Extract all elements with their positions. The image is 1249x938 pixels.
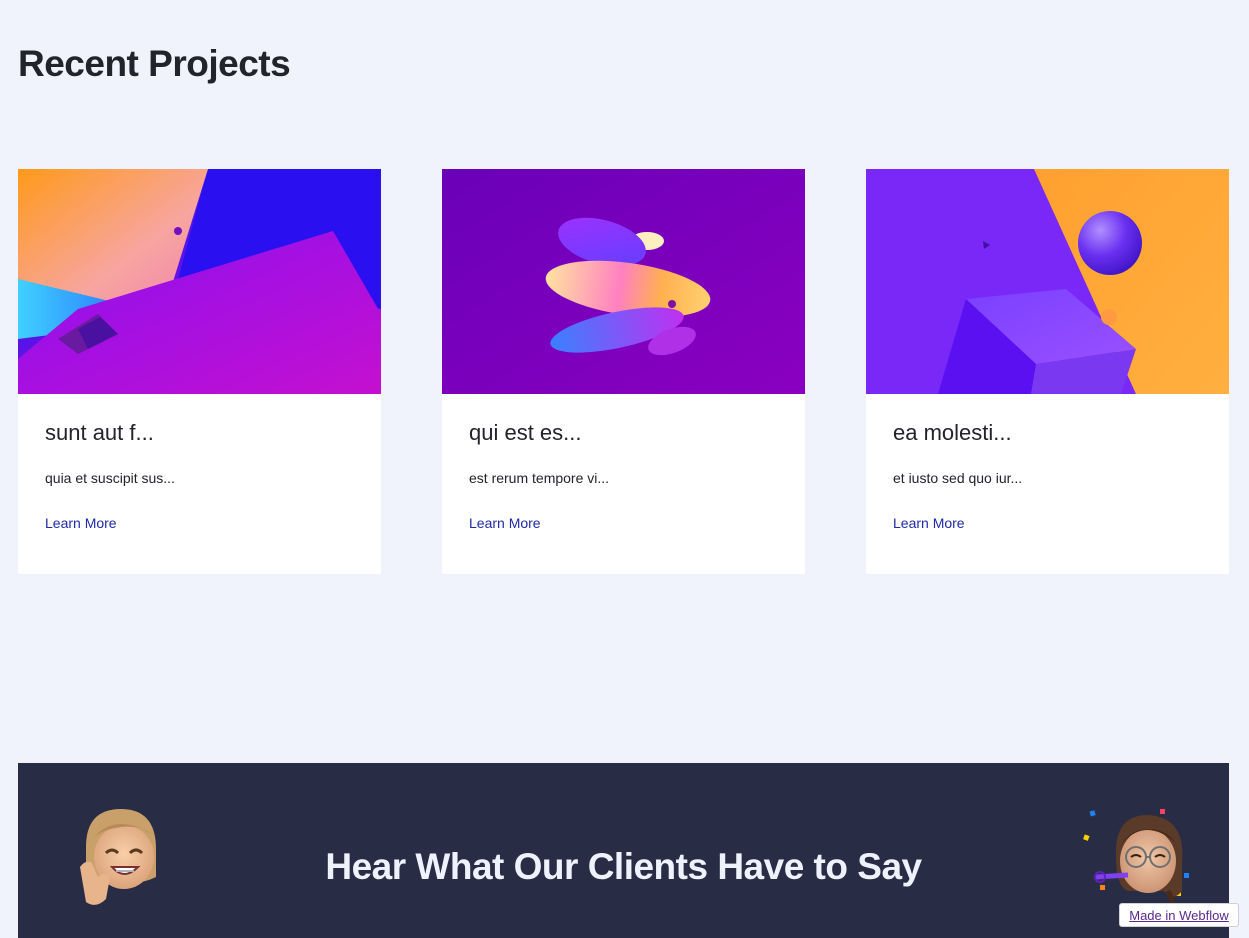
section-title: Recent Projects bbox=[18, 43, 291, 84]
project-title: ea molesti... bbox=[893, 420, 1012, 445]
learn-more-link[interactable]: Learn More bbox=[45, 515, 117, 532]
project-excerpt: est rerum tempore vi... bbox=[469, 470, 610, 486]
testimonials-title: Hear What Our Clients Have to Say bbox=[325, 846, 922, 887]
made-in-webflow-badge[interactable]: Made in Webflow bbox=[1119, 903, 1239, 927]
project-excerpt: et iusto sed quo iur... bbox=[893, 470, 1023, 486]
project-title: qui est es... bbox=[469, 420, 582, 445]
memoji-avatar-icon bbox=[1076, 807, 1196, 912]
project-card: ea molesti... et iusto sed quo iur... Le… bbox=[866, 169, 1229, 574]
project-image bbox=[18, 169, 381, 394]
project-title: sunt aut f... bbox=[45, 420, 154, 445]
webflow-badge-label[interactable]: Made in Webflow bbox=[1129, 908, 1228, 923]
learn-more-link[interactable]: Learn More bbox=[469, 515, 541, 532]
project-card: qui est es... est rerum tempore vi... Le… bbox=[442, 169, 805, 574]
project-image bbox=[866, 169, 1229, 394]
learn-more-link[interactable]: Learn More bbox=[893, 515, 965, 532]
project-image bbox=[442, 169, 805, 394]
page: Recent Projects sunt aut f... quia et su… bbox=[0, 0, 1249, 938]
project-card: sunt aut f... quia et suscipit sus... Le… bbox=[18, 169, 381, 574]
testimonials-banner: Hear What Our Clients Have to Say bbox=[18, 763, 1229, 938]
project-excerpt: quia et suscipit sus... bbox=[45, 470, 175, 486]
